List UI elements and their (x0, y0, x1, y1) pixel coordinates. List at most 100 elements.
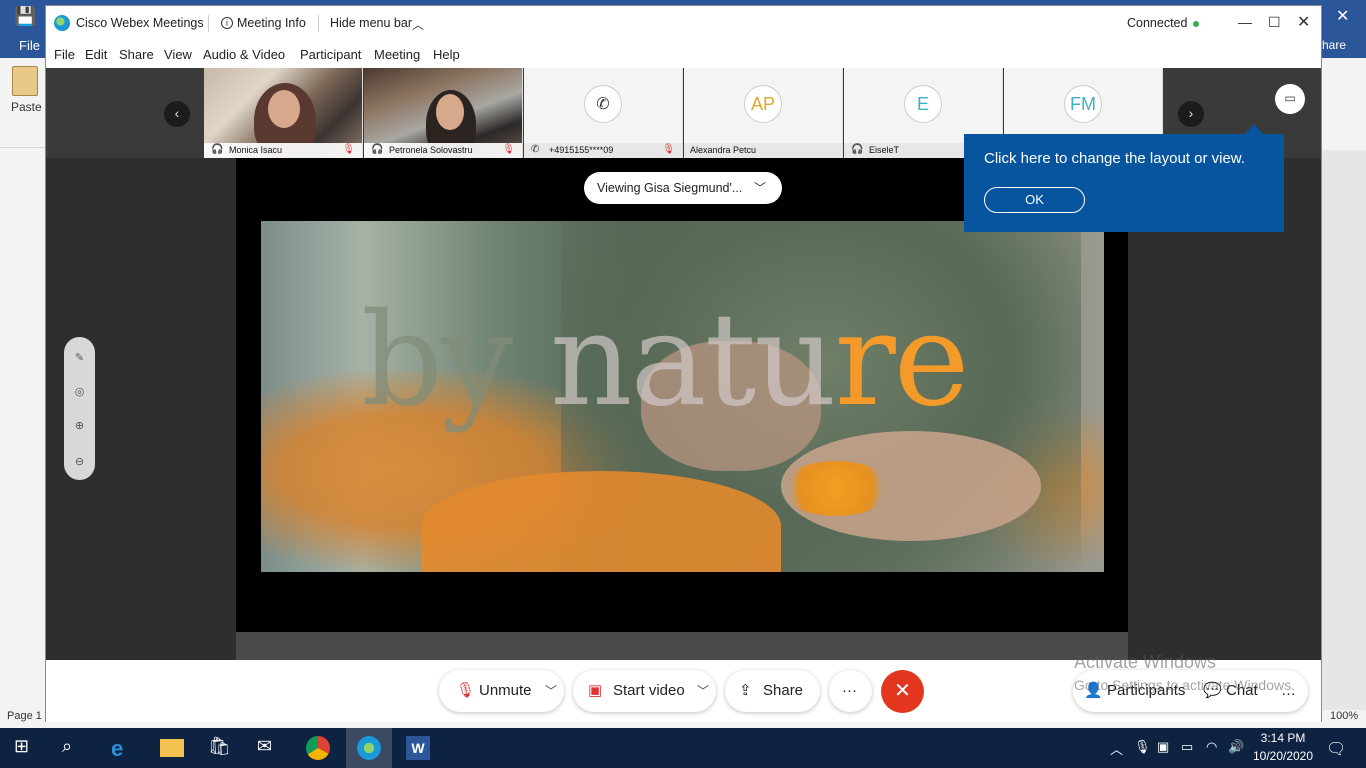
edge-icon[interactable]: e (111, 736, 135, 761)
menu-help[interactable]: Help (433, 47, 460, 62)
menu-bar: File Edit Share View Audio & Video Parti… (46, 40, 1321, 68)
glove (421, 471, 781, 572)
stage-bottom-bar (236, 632, 1128, 660)
close-icon[interactable]: ✕ (1297, 12, 1311, 32)
menu-meeting[interactable]: Meeting (374, 47, 420, 62)
tooltip-text: Click here to change the layout or view. (984, 150, 1245, 167)
tooltip-ok-button[interactable]: OK (984, 187, 1085, 213)
word-document-edge (1322, 150, 1366, 710)
chevron-left-icon[interactable]: ‹ (164, 101, 190, 127)
participant-tile[interactable]: 🎧 Monica Isacu 🎙 (204, 68, 363, 158)
chevron-down-icon: ﹀ (754, 181, 767, 195)
paste-icon (12, 66, 38, 96)
windows-start-icon[interactable]: ⊞ (14, 736, 38, 760)
phone-icon: ✆ (584, 85, 622, 123)
phone-small-icon: ✆ (531, 144, 540, 155)
app-title: Cisco Webex Meetings (76, 16, 204, 30)
clock-time[interactable]: 3:14 PM (1258, 731, 1308, 745)
share-button[interactable]: ⇪ Share (725, 670, 820, 712)
volume-icon[interactable]: 🔊 (1228, 739, 1244, 755)
word-page-indicator: Page 1 (7, 710, 42, 722)
title-bar: Cisco Webex Meetings i Meeting Info Hide… (46, 6, 1321, 40)
pen-icon[interactable]: ✎ (70, 349, 89, 368)
chevron-down-icon[interactable]: ﹀ (545, 682, 557, 699)
shared-video-frame: by nature (261, 221, 1104, 572)
info-icon[interactable]: i (221, 17, 233, 29)
hide-menu-bar-button[interactable]: Hide menu bar (330, 16, 412, 30)
file-explorer-icon[interactable] (160, 739, 184, 757)
participant-name: Monica Isacu (229, 145, 283, 155)
webex-logo-icon (54, 15, 70, 31)
webex-taskbar-icon[interactable] (357, 736, 381, 760)
chevron-up-icon[interactable]: ︿ (412, 16, 424, 33)
word-icon[interactable]: W (406, 736, 430, 760)
webex-window: Cisco Webex Meetings i Meeting Info Hide… (45, 5, 1322, 722)
zoom-out-icon[interactable]: ⊖ (70, 453, 89, 472)
word-share-button[interactable]: hare (1322, 38, 1346, 52)
save-icon[interactable]: 💾 (14, 6, 36, 28)
paste-label: Paste (11, 100, 42, 114)
chevron-right-icon[interactable]: › (1178, 101, 1204, 127)
viewing-label: Viewing Gisa Siegmund'... (597, 181, 743, 195)
participant-name: Alexandra Petcu (690, 145, 757, 155)
headset-icon: 🎧 (211, 144, 224, 155)
participant-tile[interactable]: ✆ ✆ +4915155****09 🎙 (524, 68, 683, 158)
unmute-button[interactable]: 🎙 Unmute ﹀ (439, 670, 564, 712)
tile-footer: 🎧 Monica Isacu 🎙 (204, 143, 362, 158)
search-icon[interactable]: ⌕ (62, 736, 86, 760)
viewing-selector[interactable]: Viewing Gisa Siegmund'... ﹀ (584, 172, 782, 204)
avatar: FM (1064, 85, 1102, 123)
start-video-label: Start video (613, 682, 685, 699)
windows-taskbar: ⊞ ⌕ e 🛍 ✉ W ︿ 🎙 ▣ ▭ ◠ 🔊 3:14 PM 10/20/20… (0, 728, 1366, 768)
tile-footer: 🎧 Petronela Solovastru 🎙 (364, 143, 522, 158)
title-separator (318, 15, 319, 32)
start-video-button[interactable]: ▣ Start video ﹀ (573, 670, 716, 712)
notifications-icon[interactable]: 🗨 (1326, 739, 1346, 759)
word-zoom-level[interactable]: 100% (1330, 710, 1358, 722)
end-call-button[interactable]: ✕ (881, 670, 924, 713)
video-off-icon: ▣ (588, 682, 603, 699)
connection-status: Connected (1127, 16, 1188, 30)
marigold-flower (781, 461, 891, 516)
layout-icon[interactable]: ▭ (1275, 84, 1305, 114)
menu-share[interactable]: Share (119, 47, 154, 62)
microphone-icon[interactable]: 🎙 (1134, 739, 1151, 755)
wifi-icon[interactable]: ◠ (1206, 739, 1217, 755)
menu-view[interactable]: View (164, 47, 192, 62)
word-close-icon[interactable]: ✕ (1336, 6, 1349, 26)
activate-windows-watermark: Activate Windows (1074, 652, 1217, 672)
tray-expand-icon[interactable]: ︿ (1110, 739, 1123, 758)
more-icon: ··· (842, 682, 857, 699)
store-icon[interactable]: 🛍 (208, 736, 232, 760)
clock-date[interactable]: 10/20/2020 (1250, 749, 1316, 763)
battery-icon[interactable]: ▭ (1181, 739, 1193, 755)
avatar: AP (744, 85, 782, 123)
more-options-button[interactable]: ··· (829, 670, 872, 712)
zoom-in-icon[interactable]: ⊕ (70, 417, 89, 436)
chrome-icon[interactable] (306, 736, 330, 760)
mic-muted-icon: 🎙 (662, 144, 675, 155)
participant-tile[interactable]: AP Alexandra Petcu (684, 68, 843, 158)
minimize-icon[interactable]: — (1238, 14, 1252, 30)
word-file-tab[interactable]: File (19, 38, 40, 53)
menu-audio-video[interactable]: Audio & Video (203, 47, 285, 62)
fingerprint-icon[interactable]: ◎ (70, 383, 89, 402)
meeting-info-button[interactable]: Meeting Info (237, 16, 306, 30)
annotation-toolbar: ✎ ◎ ⊕ ⊖ (64, 337, 95, 480)
participant-name: Petronela Solovastru (389, 145, 473, 155)
share-icon: ⇪ (739, 682, 752, 699)
layout-tooltip: Click here to change the layout or view.… (964, 134, 1284, 232)
maximize-icon[interactable]: ☐ (1268, 14, 1282, 31)
tile-footer: ✆ +4915155****09 🎙 (524, 143, 682, 158)
chevron-down-icon[interactable]: ﹀ (697, 682, 709, 699)
menu-edit[interactable]: Edit (85, 47, 107, 62)
menu-participant[interactable]: Participant (300, 47, 361, 62)
tile-footer: Alexandra Petcu (684, 143, 842, 158)
word-paste-group[interactable]: Paste (0, 58, 45, 148)
menu-file[interactable]: File (54, 47, 75, 62)
headset-icon: 🎧 (371, 144, 384, 155)
defender-icon[interactable]: ▣ (1157, 739, 1169, 755)
participant-face (436, 94, 464, 130)
mail-icon[interactable]: ✉ (257, 736, 281, 760)
participant-tile[interactable]: 🎧 Petronela Solovastru 🎙 (364, 68, 523, 158)
